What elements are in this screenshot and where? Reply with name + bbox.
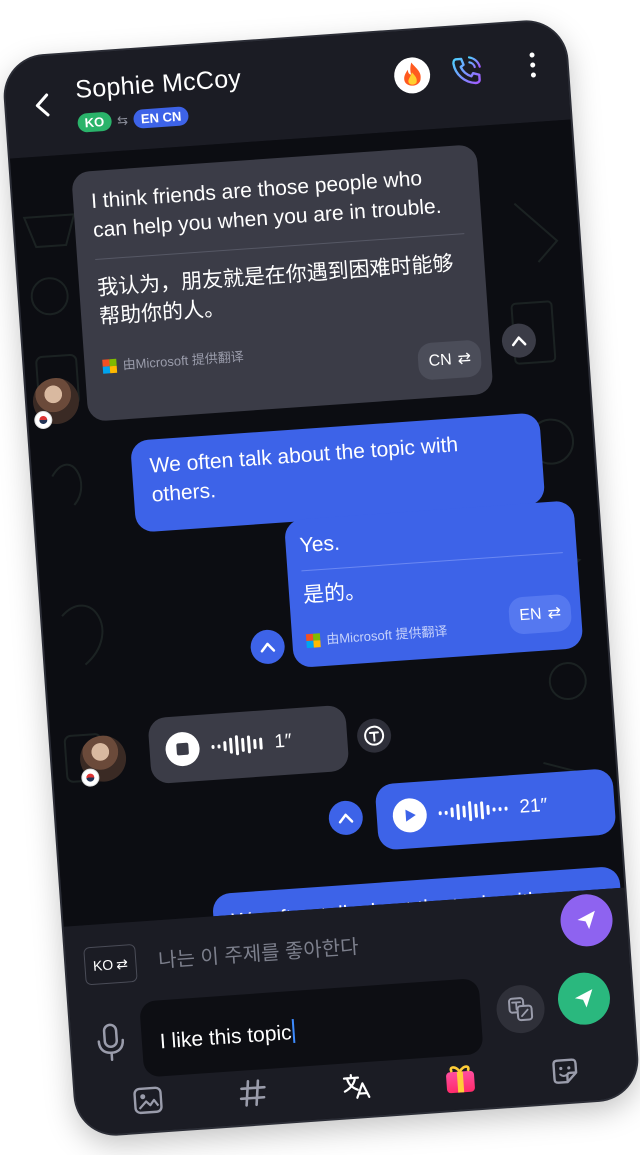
send-button[interactable] (556, 970, 612, 1027)
hashtag-icon (239, 1079, 266, 1107)
translation-preview: 나는 이 주제를 좋아한다 (157, 936, 360, 973)
swap-icon: ⇄ (457, 350, 472, 368)
translate-tool-button[interactable] (338, 1068, 374, 1104)
message-translation: 我认为，朋友就是在你遇到困难时能够帮助你的人。 (96, 252, 455, 329)
contact-name[interactable]: Sophie McCoy (74, 64, 242, 105)
lang-tag-label: CN (428, 351, 453, 370)
provider-label: 由Microsoft 提供翻译 (122, 348, 245, 373)
back-arrow-icon[interactable] (27, 89, 59, 121)
translate-button[interactable] (494, 983, 547, 1035)
translation-language-toggle[interactable]: CN ⇄ (417, 339, 483, 381)
gift-icon (446, 1065, 476, 1094)
message-text: I think friends are those people who can… (90, 167, 443, 243)
chevron-up-icon (511, 336, 527, 347)
image-button[interactable] (130, 1082, 166, 1118)
chevron-up-icon (260, 642, 276, 653)
chat-area[interactable]: I think friends are those people who can… (9, 119, 625, 927)
input-language-label: KO (92, 956, 114, 974)
audio-waveform (211, 734, 263, 758)
composer: KO ⇄ 나는 이 주제를 좋아한다 I like this topic (63, 887, 639, 1137)
sticker-icon (552, 1058, 578, 1084)
lang-tag-label: EN (518, 605, 543, 625)
more-vertical-icon[interactable] (524, 49, 542, 80)
transcribe-icon (364, 725, 385, 746)
gift-button[interactable] (442, 1060, 478, 1096)
image-icon (133, 1086, 163, 1115)
sticker-button[interactable] (547, 1053, 583, 1089)
translate-icon (508, 997, 534, 1022)
incoming-message[interactable]: I think friends are those people who can… (71, 144, 494, 422)
hashtag-button[interactable] (234, 1075, 270, 1111)
phone-call-icon[interactable] (448, 51, 486, 89)
source-language-badge: KO (77, 111, 112, 133)
send-icon (577, 910, 595, 930)
send-icon (574, 989, 593, 1008)
swap-icon: ⇄ (547, 604, 562, 623)
message-text: Yes. (298, 531, 341, 558)
microphone-icon[interactable] (92, 1021, 129, 1063)
voice-duration: 1″ (273, 730, 293, 753)
swap-arrows-icon: ⇆ (116, 111, 129, 128)
fire-icon[interactable] (392, 55, 433, 96)
microsoft-logo-icon (102, 358, 118, 374)
message-text: We often talk about the topic with other… (148, 433, 459, 507)
target-language-badge: EN CN (133, 106, 189, 129)
language-pair[interactable]: KO ⇆ EN CN (77, 106, 189, 133)
stop-icon[interactable] (164, 730, 201, 768)
microsoft-logo-icon (305, 632, 321, 648)
outgoing-message[interactable]: Yes. 是的。 由Microsoft 提供翻译 EN ⇄ (283, 500, 584, 669)
provider-label: 由Microsoft 提供翻译 (325, 623, 448, 647)
translation-language-toggle[interactable]: EN ⇄ (508, 593, 573, 635)
swap-icon: ⇄ (115, 954, 129, 972)
chevron-up-icon (338, 813, 354, 824)
audio-waveform (438, 799, 508, 824)
translate-icon (342, 1074, 371, 1099)
play-icon[interactable] (391, 797, 428, 834)
voice-duration: 21″ (518, 794, 549, 818)
message-input-text: I like this topic (159, 1021, 293, 1054)
text-caret (291, 1018, 296, 1044)
incoming-voice-message[interactable]: 1″ (147, 704, 350, 785)
phone-frame: Sophie McCoy KO ⇆ EN CN I think friends … (3, 19, 639, 1137)
input-language-toggle[interactable]: KO ⇄ (83, 943, 138, 986)
send-translation-button[interactable] (558, 892, 615, 949)
